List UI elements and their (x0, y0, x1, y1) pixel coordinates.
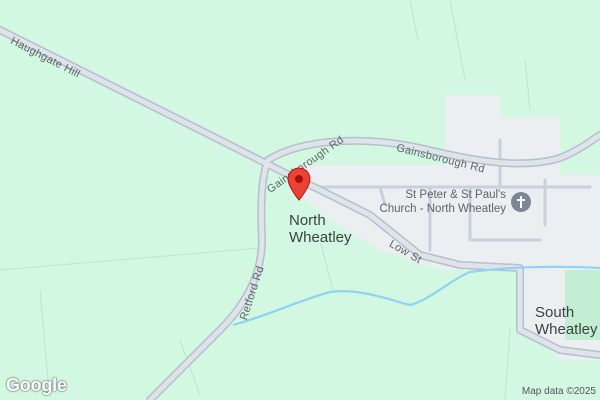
poi-church-line1: St Peter & St Paul's (405, 189, 506, 201)
place-south-wheatley: South Wheatley (535, 304, 598, 338)
place-north-wheatley-line1: North (289, 212, 326, 229)
place-north-wheatley: North Wheatley (289, 212, 352, 246)
church-cross-icon[interactable] (510, 191, 532, 213)
google-logo: Google (6, 375, 67, 395)
poi-church-label[interactable]: St Peter & St Paul's Church - North Whea… (370, 188, 506, 216)
map-canvas[interactable]: Haughgate Hill Gainsborough Rd Gainsboro… (0, 0, 600, 400)
place-north-wheatley-line2: Wheatley (289, 229, 352, 246)
place-south-wheatley-line1: South (535, 304, 575, 321)
map-attribution[interactable]: Map data ©2025 (522, 386, 596, 397)
place-south-wheatley-line2: Wheatley (535, 321, 598, 338)
poi-church-line2: Church - North Wheatley (379, 203, 506, 215)
location-pin-icon[interactable] (287, 167, 311, 201)
